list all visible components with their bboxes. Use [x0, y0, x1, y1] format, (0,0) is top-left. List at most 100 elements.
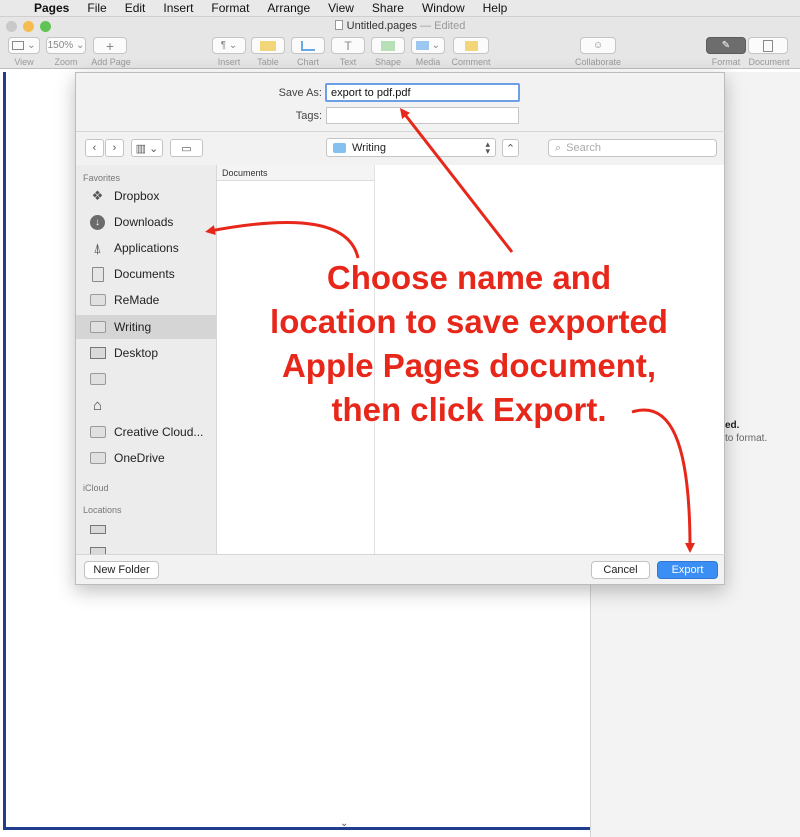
sidebar-item-desktop[interactable]: Desktop	[76, 341, 216, 365]
chevron-up-icon: ⌃	[505, 142, 516, 155]
collaborate-button[interactable]: ☺	[580, 37, 616, 54]
expand-dialog-button[interactable]: ⌃	[502, 139, 519, 157]
tags-label: Tags:	[295, 110, 322, 122]
collaborate-icon: ☺	[592, 40, 604, 51]
comment-button[interactable]	[453, 37, 489, 54]
tags-input[interactable]	[326, 107, 519, 124]
disk-icon	[89, 546, 106, 554]
folder-icon	[89, 451, 106, 466]
sidebar-item-label: Writing	[114, 320, 152, 334]
sidebar-item-creative-cloud[interactable]: Creative Cloud...	[76, 420, 216, 444]
menu-share[interactable]: Share	[363, 1, 413, 15]
sidebar-item-documents[interactable]: Documents	[76, 262, 216, 286]
new-folder-toolbar-button[interactable]: ▭	[170, 139, 203, 157]
cancel-button[interactable]: Cancel	[591, 561, 650, 579]
sidebar-item-unnamed-folder[interactable]	[76, 367, 216, 391]
column-header: Documents	[217, 165, 374, 181]
text-icon: T	[344, 38, 352, 53]
menu-file[interactable]: File	[78, 1, 115, 15]
table-label: Table	[257, 57, 279, 67]
annotation-line-3: Apple Pages document,	[281, 347, 657, 384]
zoom-value: 150%	[47, 40, 74, 51]
zoom-popup[interactable]: 150% ⌄	[46, 37, 86, 54]
sidebar-item-label: Desktop	[114, 346, 159, 360]
document-inspector-icon	[763, 39, 773, 52]
applications-icon: ⍋	[93, 239, 102, 256]
menu-edit[interactable]: Edit	[116, 1, 155, 15]
menu-help[interactable]: Help	[474, 1, 517, 15]
home-icon: ⌂	[92, 396, 103, 414]
menu-arrange[interactable]: Arrange	[258, 1, 319, 15]
search-field[interactable]: ⌕ Search	[548, 139, 717, 157]
location-popup[interactable]: Writing ▴ ▾	[326, 138, 496, 157]
chevron-right-icon: ›	[112, 142, 117, 154]
comment-icon	[464, 40, 478, 51]
sidebar-item-disk[interactable]	[76, 541, 216, 554]
insert-label: Insert	[217, 57, 241, 67]
media-label: Media	[415, 57, 441, 67]
zoom-label: Zoom	[54, 57, 78, 67]
shape-icon	[381, 40, 395, 51]
inspector-hint-line1: ed.	[725, 420, 740, 431]
sidebar-item-label: Creative Cloud...	[114, 425, 204, 439]
sidebar-item-computer[interactable]	[76, 517, 216, 541]
folder-icon	[89, 425, 106, 440]
sidebar-item-writing[interactable]: Writing	[76, 315, 216, 339]
sidebar-item-dropbox[interactable]: ❖ Dropbox	[76, 184, 216, 208]
sidebar-item-onedrive[interactable]: OneDrive	[76, 446, 216, 470]
window-title: Untitled.pages — Edited	[0, 20, 800, 32]
instruction-annotation: Choose name and location to save exporte…	[236, 256, 702, 432]
downloads-icon: ↓	[89, 214, 106, 230]
paintbrush-icon: ✎	[721, 40, 731, 51]
add-page-label: Add Page	[91, 57, 131, 67]
page-nav-chevron-icon[interactable]: ⌄	[340, 818, 348, 829]
save-as-input[interactable]: export to pdf.pdf	[325, 83, 520, 102]
document-icon	[334, 20, 343, 30]
folder-icon	[89, 372, 106, 387]
sidebar-item-label: Downloads	[114, 215, 174, 229]
view-mode-button[interactable]: ▥ ⌄	[131, 139, 163, 157]
chart-button[interactable]	[291, 37, 325, 54]
format-label: Format	[711, 57, 741, 67]
sidebar-item-label: Applications	[114, 241, 179, 255]
back-button[interactable]: ‹	[85, 139, 104, 157]
sidebar-item-home[interactable]: ⌂	[76, 393, 216, 417]
view-button[interactable]: ⌄	[8, 37, 40, 54]
menu-window[interactable]: Window	[413, 1, 474, 15]
sidebar-item-label: ReMade	[114, 293, 160, 307]
menu-app-pages[interactable]: Pages	[30, 1, 78, 15]
add-page-button[interactable]: +	[93, 37, 127, 54]
menu-view[interactable]: View	[319, 1, 363, 15]
annotation-line-4: then click Export.	[331, 391, 607, 428]
table-icon	[260, 40, 276, 51]
sidebar-item-applications[interactable]: ⍋ Applications	[76, 236, 216, 260]
format-button[interactable]: ✎	[706, 37, 746, 54]
locations-header: Locations	[83, 505, 122, 515]
media-button[interactable]: ⌄	[411, 37, 445, 54]
insert-button[interactable]: ¶ ⌄	[212, 37, 246, 54]
sidebar-item-remade[interactable]: ReMade	[76, 288, 216, 312]
media-icon	[415, 41, 429, 50]
annotation-line-2: location to save exported	[270, 303, 668, 340]
dropbox-icon: ❖	[91, 188, 104, 203]
shape-button[interactable]	[371, 37, 405, 54]
table-button[interactable]	[251, 37, 285, 54]
document-button[interactable]	[748, 37, 788, 54]
new-folder-button[interactable]: New Folder	[84, 561, 159, 579]
sidebar-item-label: Dropbox	[114, 189, 160, 203]
edited-status: — Edited	[420, 20, 466, 32]
menu-insert[interactable]: Insert	[154, 1, 202, 15]
paragraph-icon: ¶ ⌄	[220, 40, 238, 51]
chart-icon	[301, 40, 315, 51]
export-button[interactable]: Export	[657, 561, 718, 579]
menu-format[interactable]: Format	[202, 1, 258, 15]
inspector-hint-text: ed. to format.	[725, 419, 767, 445]
text-label: Text	[339, 57, 357, 67]
view-label: View	[14, 57, 34, 67]
sidebar-item-downloads[interactable]: ↓ Downloads	[76, 210, 216, 234]
forward-button[interactable]: ›	[105, 139, 124, 157]
sidebar-item-label: OneDrive	[114, 451, 165, 465]
text-button[interactable]: T	[331, 37, 365, 54]
folder-icon	[89, 320, 106, 335]
dialog-divider	[76, 131, 726, 132]
